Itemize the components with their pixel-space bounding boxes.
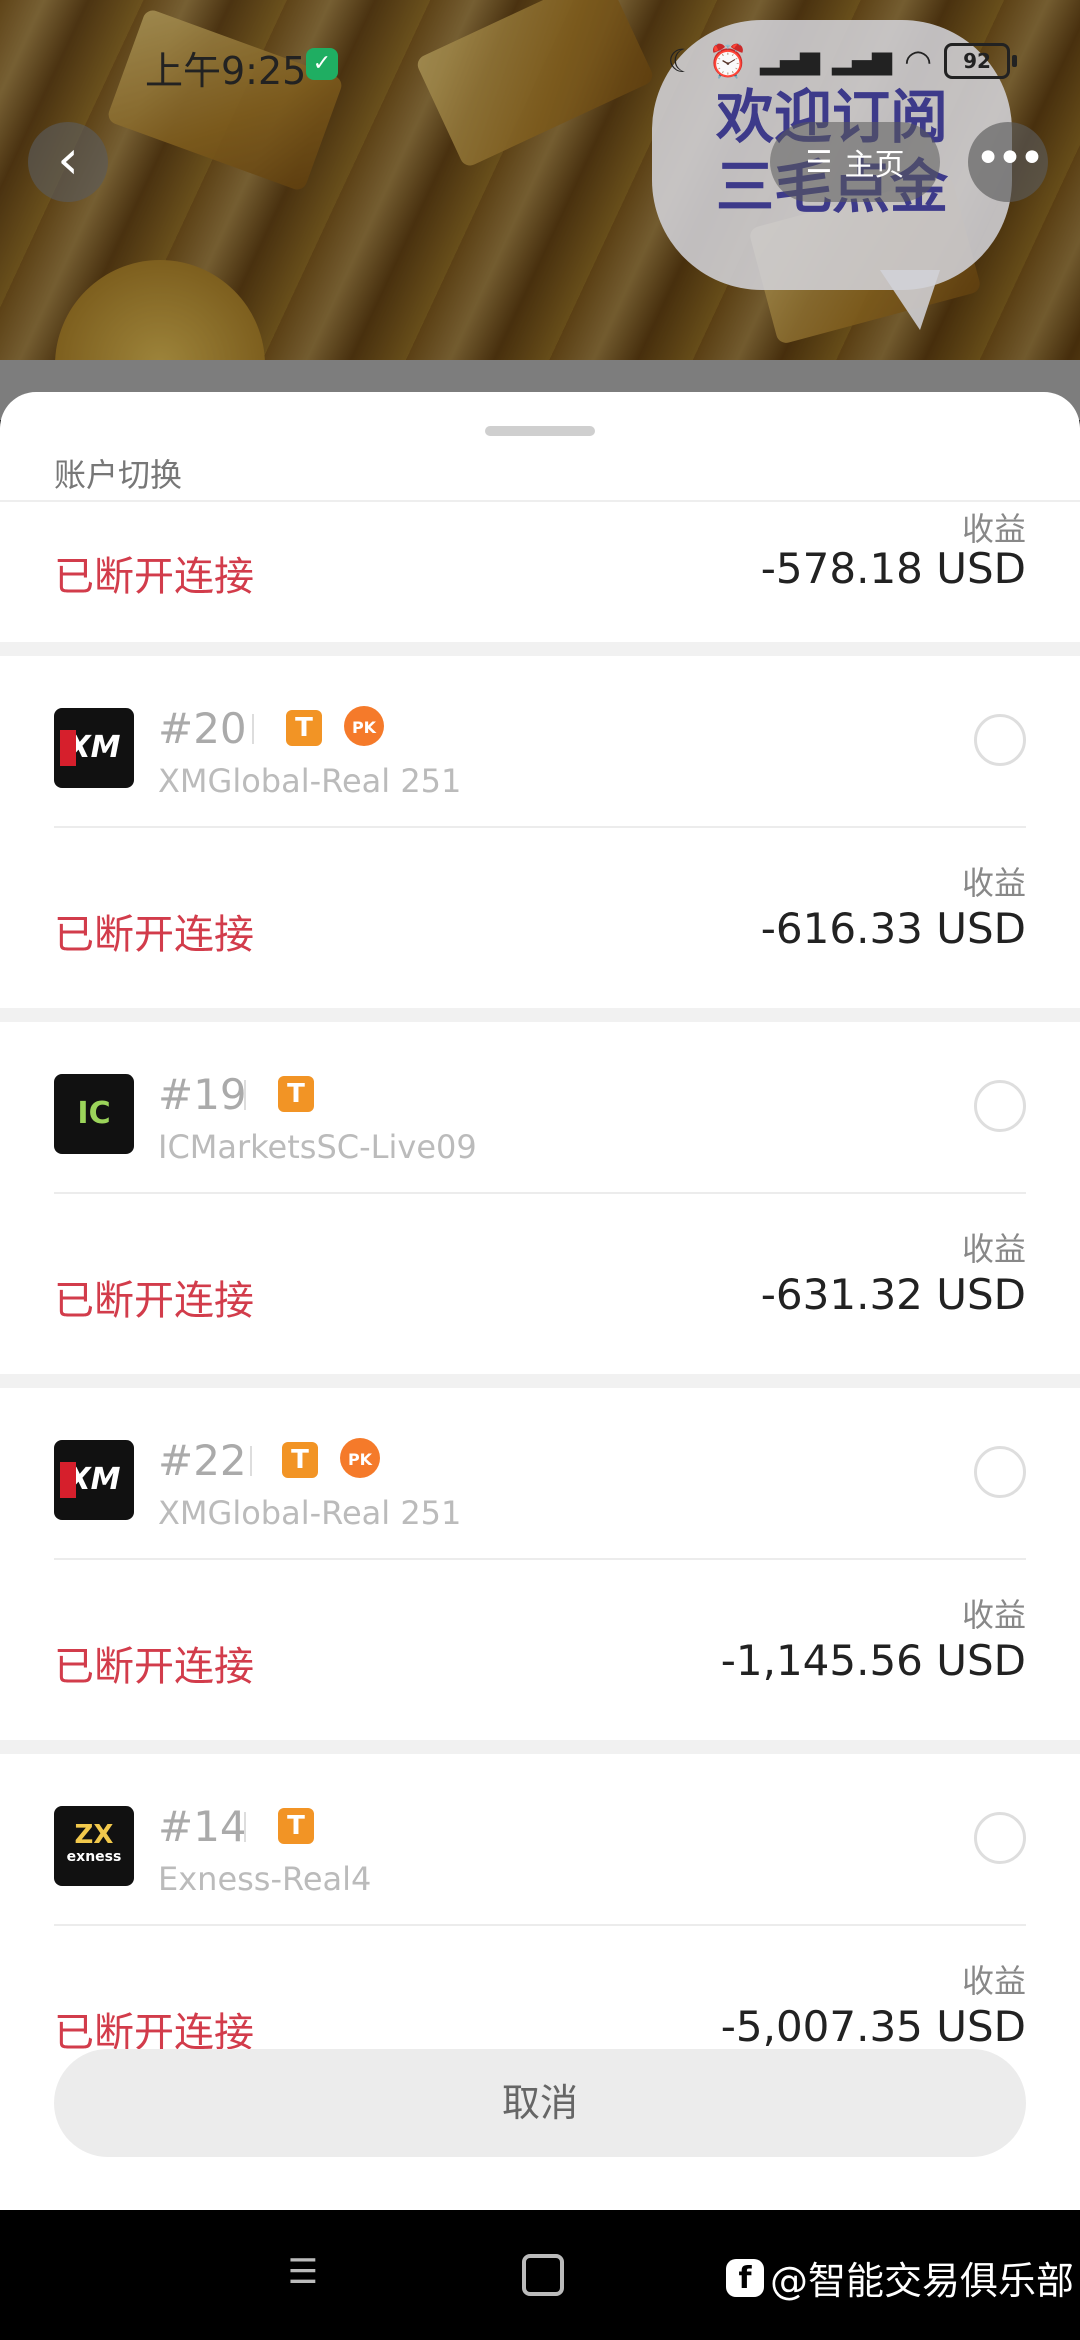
select-radio[interactable] bbox=[974, 714, 1026, 766]
account-header: XM #20 T PK XMGlobal-Real 251 bbox=[54, 656, 1026, 828]
broker-logo-xm: XM bbox=[54, 708, 134, 788]
profit-value: -5,007.35 USD bbox=[720, 2002, 1026, 2051]
tag-t-badge: T bbox=[278, 1076, 314, 1112]
connection-status: 已断开连接 bbox=[54, 1644, 254, 1690]
account-header: IC #19 T ICMarketsSC-Live09 bbox=[54, 1022, 1026, 1194]
tag-t-badge: T bbox=[282, 1442, 318, 1478]
shield-icon: ✓ bbox=[306, 48, 338, 80]
account-header: ZX exness #14 T Exness-Real4 bbox=[54, 1754, 1026, 1926]
select-radio[interactable] bbox=[974, 1446, 1026, 1498]
menu-lines-icon: ☰ bbox=[287, 2252, 319, 2292]
divider bbox=[244, 1812, 246, 1842]
status-icons: ☾ ⏰ ▂▄▆ ▂▄▆ ◠ 92 bbox=[667, 42, 1017, 80]
broker-logo-xm: XM bbox=[54, 1440, 134, 1520]
broker-logo-exness: ZX exness bbox=[54, 1806, 134, 1886]
connection-status: 已断开连接 bbox=[54, 554, 254, 600]
nav-recents-button[interactable]: ☰ bbox=[285, 2254, 321, 2290]
account-summary: 已断开连接 收益 -1,145.56 USD bbox=[54, 1560, 1026, 1740]
account-number: #19 bbox=[158, 1070, 247, 1119]
profit-label: 收益 bbox=[961, 1596, 1026, 1634]
account-number: #14 bbox=[158, 1802, 247, 1851]
more-dots-icon: ••• bbox=[975, 133, 1045, 184]
battery-icon: 92 bbox=[944, 43, 1017, 79]
profit-value: -616.33 USD bbox=[760, 904, 1026, 953]
account-list[interactable]: 已断开连接 收益 -578.18 USD XM #20 T PK XMGloba… bbox=[0, 502, 1080, 2106]
account-summary: 已断开连接 收益 -578.18 USD bbox=[54, 502, 1026, 642]
profit-value: -1,145.56 USD bbox=[720, 1636, 1026, 1685]
account-header: XM #22 T PK XMGlobal-Real 251 bbox=[54, 1388, 1026, 1560]
moon-icon: ☾ bbox=[667, 42, 697, 80]
account-server: ICMarketsSC-Live09 bbox=[158, 1128, 477, 1166]
tag-t-badge: T bbox=[286, 710, 322, 746]
account-summary: 已断开连接 收益 -616.33 USD bbox=[54, 828, 1026, 1008]
account-server: XMGlobal-Real 251 bbox=[158, 762, 462, 800]
sheet-drag-handle[interactable] bbox=[485, 426, 595, 436]
broker-logo-ic: IC bbox=[54, 1074, 134, 1154]
account-item[interactable]: IC #19 T ICMarketsSC-Live09 已断开连接 收益 -63… bbox=[0, 1008, 1080, 1374]
home-label: 主页 bbox=[844, 148, 905, 183]
select-radio[interactable] bbox=[974, 1812, 1026, 1864]
status-time: 上午9:25 bbox=[145, 49, 307, 93]
account-number: #20 bbox=[158, 704, 247, 753]
select-radio[interactable] bbox=[974, 1080, 1026, 1132]
divider bbox=[252, 714, 254, 744]
tag-pk-badge: PK bbox=[340, 1438, 380, 1478]
tag-t-badge: T bbox=[278, 1808, 314, 1844]
account-server: Exness-Real4 bbox=[158, 1860, 372, 1898]
tag-pk-badge: PK bbox=[344, 706, 384, 746]
account-item[interactable]: XM #22 T PK XMGlobal-Real 251 已断开连接 收益 -… bbox=[0, 1374, 1080, 1740]
connection-status: 已断开连接 bbox=[54, 1278, 254, 1324]
profit-value: -631.32 USD bbox=[760, 1270, 1026, 1319]
more-button[interactable]: ••• bbox=[968, 122, 1048, 202]
profit-label: 收益 bbox=[961, 1230, 1026, 1268]
welcome-bubble-tail bbox=[880, 270, 940, 330]
account-item[interactable]: 已断开连接 收益 -578.18 USD bbox=[0, 502, 1080, 642]
alarm-icon: ⏰ bbox=[708, 42, 749, 80]
menu-icon: ☰ bbox=[805, 144, 833, 180]
watermark-text: @智能交易俱乐部 bbox=[770, 2259, 1075, 2303]
signal-icon: ▂▄▆ bbox=[832, 46, 893, 76]
profit-label: 收益 bbox=[961, 864, 1026, 902]
profit-label: 收益 bbox=[961, 1962, 1026, 2000]
home-button[interactable]: ☰ 主页 bbox=[770, 122, 940, 202]
account-summary: 已断开连接 收益 -631.32 USD bbox=[54, 1194, 1026, 1374]
cancel-button[interactable]: 取消 bbox=[54, 2049, 1026, 2157]
facebook-icon: f bbox=[726, 2258, 764, 2297]
system-nav-bar: ☰ f @智能交易俱乐部 bbox=[0, 2210, 1080, 2340]
account-server: XMGlobal-Real 251 bbox=[158, 1494, 462, 1532]
account-item[interactable]: XM #20 T PK XMGlobal-Real 251 已断开连接 收益 -… bbox=[0, 642, 1080, 1008]
account-number: #22 bbox=[158, 1436, 247, 1485]
wifi-icon: ◠ bbox=[904, 42, 932, 80]
connection-status: 已断开连接 bbox=[54, 912, 254, 958]
account-switch-sheet: 账户切换 已断开连接 收益 -578.18 USD XM #20 T PK XM… bbox=[0, 392, 1080, 2210]
signal-icon: ▂▄▆ bbox=[760, 46, 821, 76]
nav-home-button[interactable] bbox=[522, 2254, 564, 2296]
sheet-title: 账户切换 bbox=[54, 456, 183, 494]
watermark: f @智能交易俱乐部 bbox=[726, 2250, 1074, 2305]
divider bbox=[250, 1446, 252, 1476]
back-button[interactable]: ‹ bbox=[28, 122, 108, 202]
chevron-left-icon: ‹ bbox=[57, 128, 79, 191]
status-bar: 上午9:25 ✓ ☾ ⏰ ▂▄▆ ▂▄▆ ◠ 92 bbox=[0, 0, 1080, 130]
divider bbox=[244, 1080, 246, 1110]
profit-value: -578.18 USD bbox=[760, 544, 1026, 593]
